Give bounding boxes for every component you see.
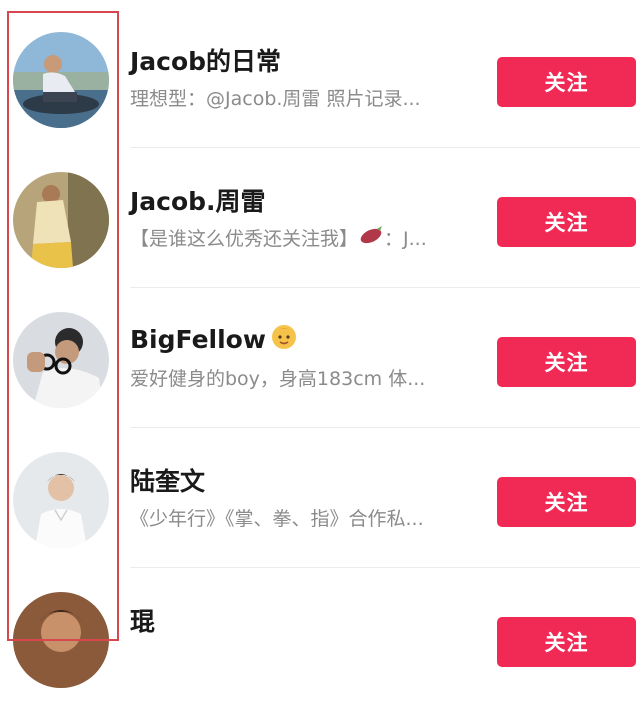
following-list: Jacob的日常 理想型：@Jacob.周雷 照片记录... 关注 Jacob.… (0, 0, 640, 688)
follow-button[interactable]: 关注 (497, 57, 636, 107)
bio-text: 爱好健身的boy，身高183cm 体... (130, 368, 426, 390)
account-name: Jacob.周雷 (130, 187, 266, 216)
account-name-text: BigFellow (130, 324, 266, 354)
baby-face-emoji (270, 322, 298, 356)
bio-text: 《少年行》《掌、拳、指》合作私... (130, 508, 424, 530)
follow-button[interactable]: 关注 (497, 197, 636, 247)
account-bio: 爱好健身的boy，身高183cm 体... (130, 364, 475, 391)
follow-button[interactable]: 关注 (497, 337, 636, 387)
follow-button[interactable]: 关注 (497, 477, 636, 527)
account-name: Jacob的日常 (130, 47, 282, 76)
account-name: BigFellow (130, 322, 298, 356)
sweet-potato-icon (358, 225, 384, 250)
bio-text: 【是谁这么优秀还关注我】 (130, 228, 359, 250)
account-bio: 理想型：@Jacob.周雷 照片记录... (130, 84, 475, 111)
avatar-highlight-box (7, 11, 119, 641)
account-bio: 【是谁这么优秀还关注我】 ：J... (130, 224, 475, 251)
follow-button[interactable]: 关注 (497, 617, 636, 667)
account-name: 琨 (130, 607, 156, 636)
bio-text: 理想型：@Jacob.周雷 照片记录... (130, 88, 421, 110)
account-name: 陆奎文 (130, 467, 206, 496)
account-bio: 《少年行》《掌、拳、指》合作私... (130, 504, 475, 531)
bio-text-tail: ：J... (384, 228, 427, 250)
